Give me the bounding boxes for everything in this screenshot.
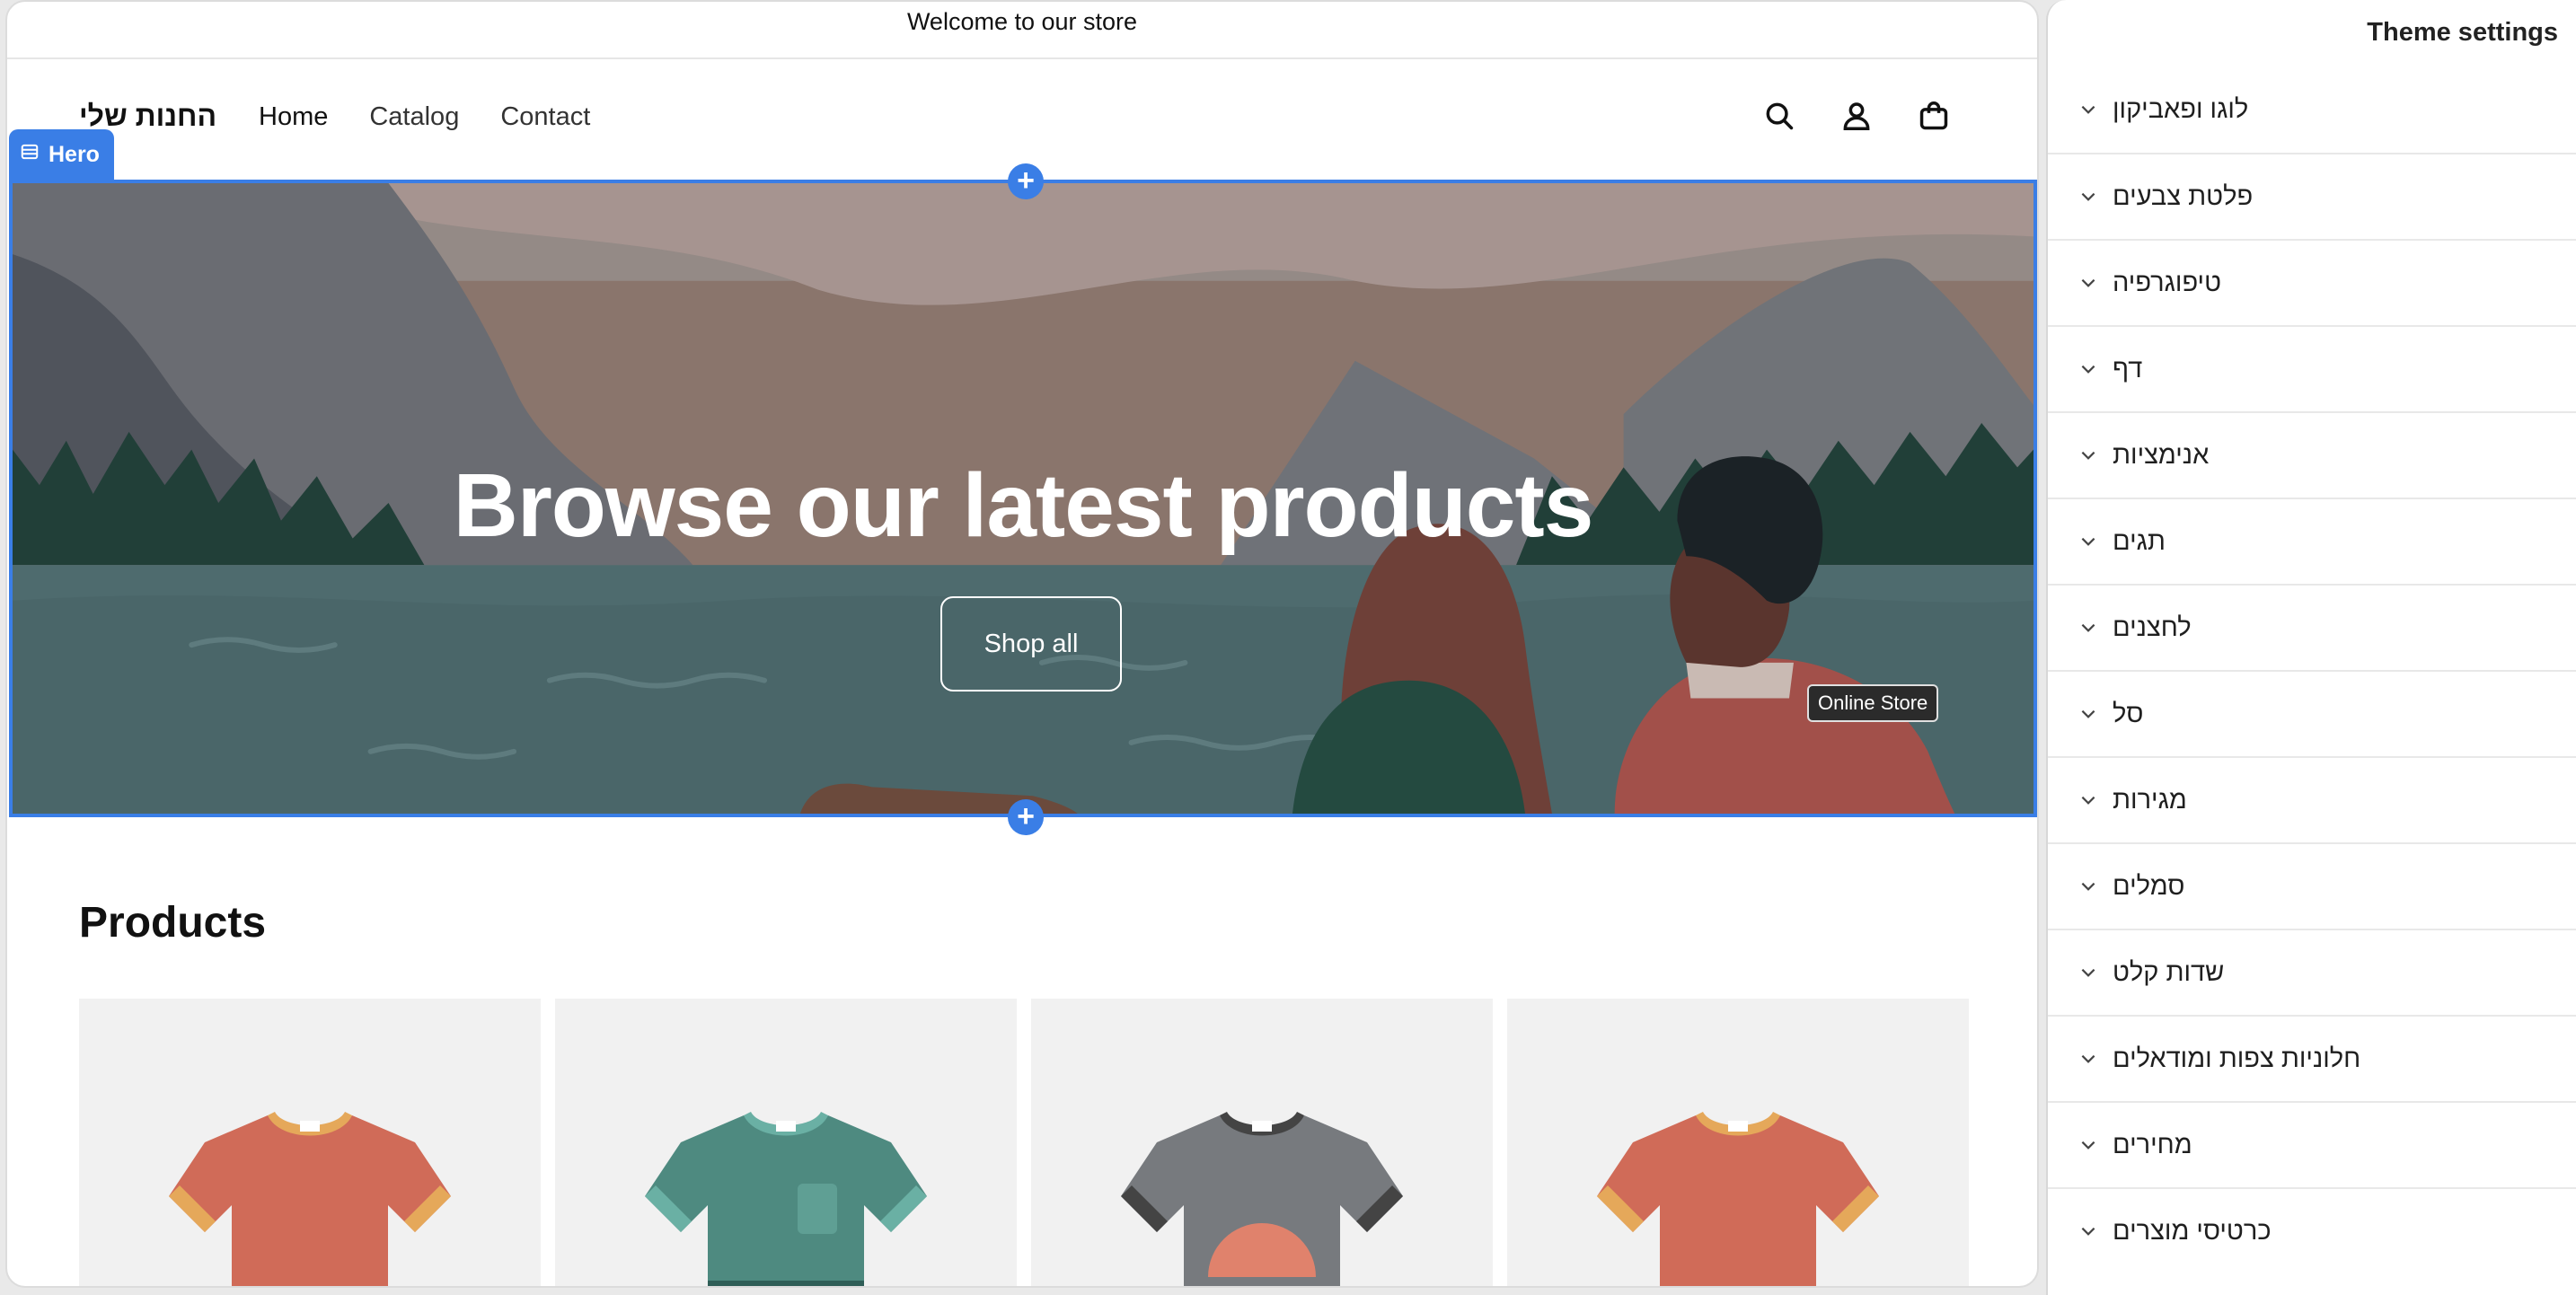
online-store-tooltip: Online Store (1809, 686, 1937, 720)
product-grid (79, 999, 1969, 1286)
section-tag-label: Hero (49, 141, 100, 167)
settings-item-product-cards[interactable]: כרטיסי מוצרים (2048, 1187, 2576, 1273)
settings-item-colors[interactable]: פלטת צבעים (2048, 153, 2576, 239)
settings-item-animations[interactable]: אנימציות (2048, 411, 2576, 498)
chevron-down-icon (2081, 1054, 2095, 1063)
chevron-down-icon (2081, 365, 2095, 374)
settings-item-label: מחירים (2113, 1130, 2192, 1159)
add-section-below-button[interactable]: + (1008, 799, 1044, 835)
nav-home[interactable]: Home (259, 102, 328, 132)
settings-item-label: לחצנים (2113, 612, 2192, 642)
settings-item-cart[interactable]: סל (2048, 670, 2576, 756)
product-card[interactable] (1031, 999, 1493, 1286)
cart-icon[interactable] (1917, 99, 1951, 133)
chevron-down-icon (2081, 882, 2095, 891)
chevron-down-icon (2081, 796, 2095, 805)
hero-section[interactable]: Browse our latest products Shop all Onli… (9, 180, 2037, 817)
shop-all-button[interactable]: Shop all (940, 596, 1122, 692)
hero-title: Browse our latest products (453, 455, 1594, 556)
product-card[interactable] (1507, 999, 1969, 1286)
tshirt-gray-image (1121, 1112, 1403, 1286)
chevron-down-icon (2081, 451, 2095, 460)
add-section-above-button[interactable]: + (1008, 163, 1044, 199)
search-icon[interactable] (1762, 99, 1796, 133)
settings-item-label: תגים (2113, 526, 2166, 556)
tshirt-orange-image (169, 1112, 451, 1286)
chevron-down-icon (2081, 709, 2095, 718)
nav-contact[interactable]: Contact (500, 102, 590, 132)
settings-item-label: סמלים (2113, 871, 2185, 901)
tshirt-teal-image (645, 1112, 927, 1286)
settings-item-label: שדות קלט (2113, 957, 2225, 987)
settings-item-buttons[interactable]: לחצנים (2048, 584, 2576, 670)
product-card[interactable] (79, 999, 541, 1286)
settings-item-popovers[interactable]: חלוניות צפות ומודאלים (2048, 1015, 2576, 1101)
header-icons (1762, 99, 1951, 133)
chevron-down-icon (2081, 278, 2095, 287)
store-preview: Welcome to our store החנות שלי Home Cata… (5, 0, 2039, 1288)
settings-item-label: חלוניות צפות ומודאלים (2113, 1044, 2361, 1073)
chevron-down-icon (2081, 1227, 2095, 1236)
settings-item-label: פלטת צבעים (2113, 181, 2254, 211)
settings-item-icons[interactable]: סמלים (2048, 842, 2576, 929)
chevron-down-icon (2081, 105, 2095, 114)
settings-item-label: סל (2113, 699, 2144, 728)
settings-item-label: אנימציות (2113, 440, 2210, 470)
settings-item-prices[interactable]: מחירים (2048, 1101, 2576, 1187)
hero-section-tag[interactable]: Hero (9, 129, 114, 180)
account-icon[interactable] (1839, 99, 1874, 133)
chevron-down-icon (2081, 1141, 2095, 1150)
settings-item-badges[interactable]: תגים (2048, 498, 2576, 584)
settings-item-typography[interactable]: טיפוגרפיה (2048, 239, 2576, 325)
settings-item-label: כרטיסי מוצרים (2113, 1216, 2272, 1246)
sidebar-title: Theme settings (2367, 18, 2558, 47)
products-heading: Products (79, 899, 267, 947)
settings-item-page[interactable]: דף (2048, 325, 2576, 411)
main-nav: Home Catalog Contact (259, 102, 590, 132)
settings-item-label: מגירות (2113, 785, 2187, 815)
settings-item-label: טיפוגרפיה (2113, 268, 2222, 297)
chevron-down-icon (2081, 537, 2095, 546)
store-logo-text[interactable]: החנות שלי (79, 100, 216, 133)
chevron-down-icon (2081, 623, 2095, 632)
settings-item-logo[interactable]: לוגו ופאביקון (2048, 66, 2576, 153)
chevron-down-icon (2081, 968, 2095, 977)
nav-catalog[interactable]: Catalog (369, 102, 459, 132)
announcement-bar: Welcome to our store (7, 2, 2037, 59)
product-card[interactable] (555, 999, 1017, 1286)
settings-item-drawers[interactable]: מגירות (2048, 756, 2576, 842)
settings-item-label: לוגו ופאביקון (2113, 94, 2249, 124)
announcement-text: Welcome to our store (906, 8, 1138, 35)
section-icon (20, 142, 40, 168)
chevron-down-icon (2081, 192, 2095, 201)
settings-item-label: דף (2113, 354, 2143, 383)
settings-list: לוגו ופאביקון פלטת צבעים טיפוגרפיה דף אנ… (2048, 66, 2576, 1273)
theme-settings-sidebar: Theme settings לוגו ופאביקון פלטת צבעים … (2046, 0, 2576, 1295)
tshirt-orange-image (1597, 1112, 1879, 1286)
settings-item-inputs[interactable]: שדות קלט (2048, 929, 2576, 1015)
